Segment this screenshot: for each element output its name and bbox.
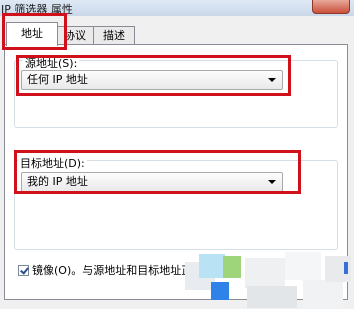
mirror-option[interactable]: 镜像(O)。与源地址和目标地址正 — [18, 262, 193, 277]
highlight-source-box — [16, 55, 291, 96]
close-button[interactable] — [312, 0, 350, 14]
tab-protocol-label: 协议 — [64, 29, 86, 42]
tab-address-label: 地址 — [21, 27, 43, 40]
tab-address[interactable]: 地址 — [6, 22, 58, 46]
mirror-checkbox[interactable] — [18, 265, 29, 276]
highlight-destination-box — [14, 150, 301, 194]
scroll-indicator — [344, 262, 348, 274]
tab-description[interactable]: 描述 — [93, 26, 135, 45]
mirror-label: 镜像(O)。与源地址和目标地址正 — [32, 264, 193, 277]
tab-description-label: 描述 — [103, 29, 125, 42]
watermark-blur — [185, 244, 354, 309]
